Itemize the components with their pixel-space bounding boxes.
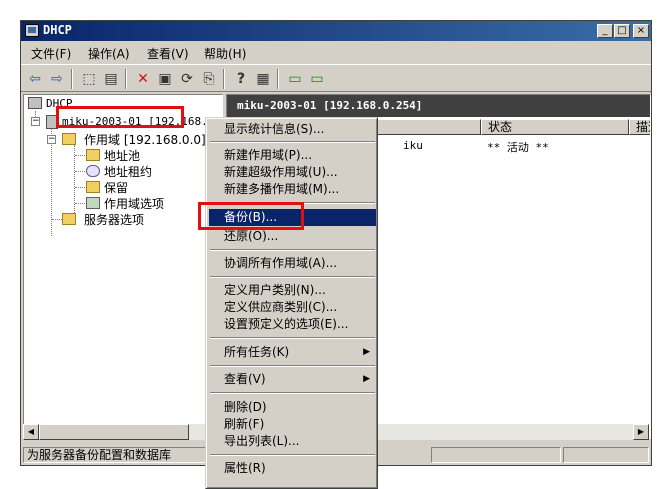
menu-delete[interactable]: 删除(D) [209, 399, 376, 416]
menu-new-scope[interactable]: 新建作用域(P)... [209, 147, 376, 164]
window-title: DHCP [43, 23, 72, 37]
tree-line [75, 171, 85, 172]
menu-bar: 文件(F) 操作(A) 查看(V) 帮助(H) [21, 42, 651, 62]
toolbar: ⇦ ⇨ ⬚ ▤ ✕ ▣ ⟳ ⎘ ? ▦ ▭ ▭ [21, 64, 651, 92]
tree-server-options[interactable]: 服务器选项 [84, 211, 144, 228]
menu-reconcile-all-scopes[interactable]: 协调所有作用域(A)... [209, 255, 376, 272]
menu-separator [210, 365, 375, 367]
dhcp-app-icon [25, 24, 39, 37]
tree-reservations[interactable]: 保留 [104, 179, 128, 196]
menu-all-tasks-label: 所有任务(K) [224, 345, 290, 359]
server-options-icon [62, 213, 76, 225]
forward-icon[interactable]: ⇨ [47, 69, 67, 89]
menu-view-sub[interactable]: 查看(V) ▶ [209, 371, 376, 388]
menu-new-multicast-scope[interactable]: 新建多播作用域(M)... [209, 181, 376, 198]
row-server-name[interactable]: iku [403, 139, 423, 152]
column-header-status[interactable]: 状态 [481, 119, 629, 135]
tree-line [75, 187, 85, 188]
tree-line [52, 219, 62, 220]
export-list-icon[interactable]: ⎘ [199, 69, 219, 89]
menu-export-list[interactable]: 导出列表(L)... [209, 433, 376, 450]
menu-show-statistics[interactable]: 显示统计信息(S)... [209, 121, 376, 138]
highlight-box-server [56, 106, 184, 128]
menu-all-tasks[interactable]: 所有任务(K) ▶ [209, 344, 376, 361]
menu-refresh[interactable]: 刷新(F) [209, 416, 376, 433]
address-pool-icon [86, 149, 100, 161]
submenu-arrow-icon: ▶ [363, 347, 370, 357]
menu-help[interactable]: 帮助(H) [204, 45, 246, 62]
minimize-button[interactable]: _ [597, 24, 613, 38]
toolbar-separator [71, 69, 73, 89]
toolbar-separator [223, 69, 225, 89]
menu-separator [210, 141, 375, 143]
authorize-server-icon[interactable]: ▭ [285, 69, 305, 89]
scroll-left-icon[interactable]: ◀ [23, 424, 39, 440]
toolbar-separator [277, 69, 279, 89]
menu-view-sub-label: 查看(V) [224, 372, 266, 386]
scroll-right-icon[interactable]: ▶ [633, 424, 649, 440]
highlight-box-backup [198, 202, 304, 230]
console-tree[interactable]: DHCP − miku-2003-01 [192.168.0.254] − 作用… [23, 94, 223, 439]
tree-scope-node[interactable]: 作用域 [192.168.0.0] [84, 131, 206, 148]
menu-separator [210, 276, 375, 278]
tree-line [75, 155, 85, 156]
scrollbar-thumb[interactable] [39, 424, 189, 440]
status-cell-empty [563, 447, 649, 463]
context-menu: 显示统计信息(S)... 新建作用域(P)... 新建超级作用域(U)... 新… [205, 117, 378, 489]
details-header: miku-2003-01 [192.168.0.254] [227, 95, 650, 117]
help-icon[interactable]: ? [231, 69, 251, 89]
submenu-arrow-icon: ▶ [363, 374, 370, 384]
close-button[interactable]: × [633, 24, 649, 38]
menu-separator [210, 392, 375, 394]
column-header-description[interactable]: 描述 [629, 119, 650, 135]
delete-icon[interactable]: ✕ [133, 69, 153, 89]
reservations-icon [86, 181, 100, 193]
tree-line [75, 203, 85, 204]
show-tree-icon[interactable]: ▤ [101, 69, 121, 89]
menu-action[interactable]: 操作(A) [88, 45, 130, 62]
back-icon[interactable]: ⇦ [25, 69, 45, 89]
status-text: 为服务器备份配置和数据库 [23, 447, 223, 463]
menu-separator [210, 249, 375, 251]
tree-scope-options[interactable]: 作用域选项 [104, 195, 164, 212]
title-bar[interactable]: DHCP _ □ × [21, 21, 651, 41]
address-leases-icon [86, 165, 100, 177]
menu-file[interactable]: 文件(F) [31, 45, 71, 62]
maximize-button[interactable]: □ [614, 24, 630, 38]
menu-view[interactable]: 查看(V) [147, 45, 189, 62]
menu-new-superscope[interactable]: 新建超级作用域(U)... [209, 164, 376, 181]
menu-separator [210, 337, 375, 339]
menu-separator [210, 454, 375, 456]
scope-options-icon [86, 197, 100, 209]
tree-address-pool[interactable]: 地址池 [104, 147, 140, 164]
details-header-title: miku-2003-01 [192.168.0.254] [237, 99, 423, 112]
tree-line [74, 145, 75, 219]
server-expand-toggle[interactable]: − [31, 117, 40, 126]
console-icon[interactable]: ▦ [253, 69, 273, 89]
tree-address-leases[interactable]: 地址租约 [104, 163, 152, 180]
unauthorize-server-icon[interactable]: ▭ [307, 69, 327, 89]
menu-define-user-classes[interactable]: 定义用户类别(N)... [209, 282, 376, 299]
properties-icon[interactable]: ▣ [155, 69, 175, 89]
menu-restore[interactable]: 还原(O)... [209, 228, 376, 245]
menu-properties[interactable]: 属性(R) [209, 460, 376, 477]
menu-set-predefined-options[interactable]: 设置预定义的选项(E)... [209, 316, 376, 333]
scope-expand-toggle[interactable]: − [47, 135, 56, 144]
toolbar-separator [125, 69, 127, 89]
refresh-icon[interactable]: ⟳ [177, 69, 197, 89]
scope-folder-icon [62, 133, 76, 145]
dhcp-root-icon [28, 97, 42, 109]
status-cell-empty [431, 447, 561, 463]
row-server-status: ** 活动 ** [487, 141, 549, 154]
up-folder-icon[interactable]: ⬚ [79, 69, 99, 89]
menu-define-vendor-classes[interactable]: 定义供应商类别(C)... [209, 299, 376, 316]
